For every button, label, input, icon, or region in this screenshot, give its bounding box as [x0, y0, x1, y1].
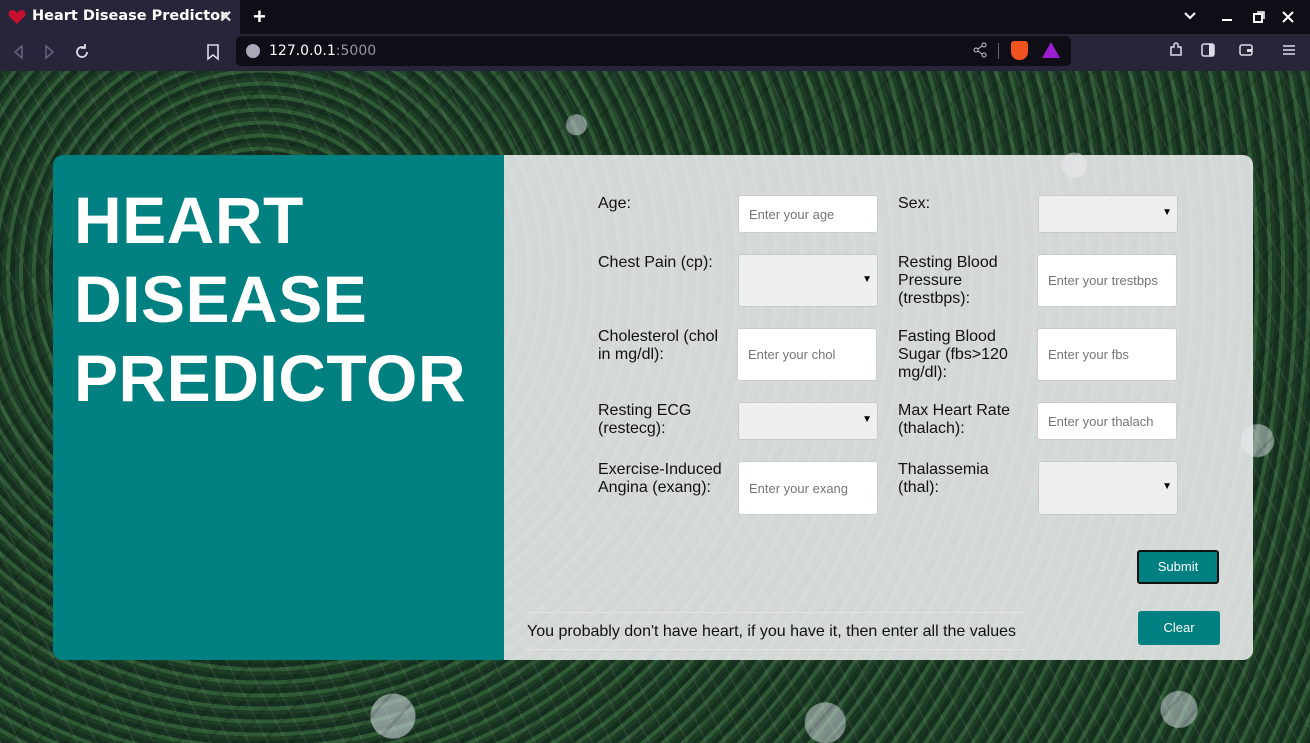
fbs-input[interactable] — [1037, 328, 1177, 381]
chevron-down-icon: ▼ — [862, 414, 872, 425]
fbs-label: Fasting Blood Sugar (fbs>120 mg/dl): — [898, 328, 1008, 381]
age-input[interactable] — [738, 195, 878, 233]
trestbps-label: Resting Blood Pressure (trestbps): — [898, 254, 998, 307]
active-tab[interactable]: Heart Disease Predictor ✕ — [0, 0, 240, 34]
browser-toolbar: 127.0.0.1:5000 — [0, 34, 1310, 71]
page-background: HEART DISEASE PREDICTOR Age: Sex: ▼ Ches… — [0, 71, 1310, 743]
heart-favicon-icon — [8, 10, 26, 24]
sex-select[interactable]: ▼ — [1038, 195, 1178, 233]
thalach-label: Max Heart Rate (thalach): — [898, 402, 1011, 437]
brave-rewards-icon[interactable] — [1042, 42, 1060, 58]
address-bar[interactable]: 127.0.0.1:5000 — [236, 36, 1071, 66]
chol-input[interactable] — [737, 328, 877, 381]
bookmark-icon[interactable] — [203, 42, 223, 62]
title-panel: HEART DISEASE PREDICTOR — [53, 155, 504, 660]
minimize-icon[interactable] — [1221, 12, 1233, 22]
menu-icon[interactable] — [1281, 42, 1297, 58]
site-info-icon[interactable] — [246, 44, 260, 58]
sex-label: Sex: — [898, 195, 931, 212]
tab-list-chevron-icon[interactable] — [1184, 11, 1196, 21]
cp-label: Chest Pain (cp): — [598, 254, 713, 271]
back-icon[interactable] — [9, 42, 29, 62]
thal-label: Thalassemia (thal): — [898, 461, 989, 496]
thalach-input[interactable] — [1037, 402, 1177, 440]
brave-shields-icon[interactable] — [1011, 41, 1028, 60]
chevron-down-icon: ▼ — [1162, 481, 1172, 492]
clear-button[interactable]: Clear — [1138, 611, 1220, 645]
chol-label: Cholesterol (chol in mg/dl): — [598, 328, 719, 363]
chevron-down-icon: ▼ — [862, 273, 872, 285]
tab-title: Heart Disease Predictor — [32, 8, 228, 24]
page-title: HEART DISEASE PREDICTOR — [74, 183, 466, 415]
new-tab-icon[interactable]: + — [253, 4, 266, 30]
forward-icon[interactable] — [39, 42, 59, 62]
sidebar-icon[interactable] — [1200, 42, 1216, 58]
url-text: 127.0.0.1:5000 — [269, 43, 377, 59]
maximize-icon[interactable] — [1253, 11, 1265, 23]
url-divider — [998, 43, 999, 59]
wallet-icon[interactable] — [1238, 42, 1254, 58]
close-window-icon[interactable] — [1282, 11, 1294, 23]
trestbps-input[interactable] — [1037, 254, 1177, 307]
chevron-down-icon: ▼ — [1162, 207, 1172, 218]
submit-button[interactable]: Submit — [1137, 550, 1219, 584]
cp-select[interactable]: ▼ — [738, 254, 878, 307]
age-label: Age: — [598, 195, 631, 212]
tab-close-icon[interactable]: ✕ — [219, 7, 232, 27]
reload-icon[interactable] — [72, 42, 92, 62]
predictor-card: HEART DISEASE PREDICTOR Age: Sex: ▼ Ches… — [53, 155, 1253, 660]
form-panel: Age: Sex: ▼ Chest Pain (cp): ▼ Resting B… — [504, 155, 1253, 660]
thal-select[interactable]: ▼ — [1038, 461, 1178, 515]
restecg-label: Resting ECG (restecg): — [598, 402, 692, 437]
exang-label: Exercise-Induced Angina (exang): — [598, 461, 722, 496]
restecg-select[interactable]: ▼ — [738, 402, 878, 440]
result-message: You probably don't have heart, if you ha… — [527, 612, 1027, 650]
exang-input[interactable] — [738, 461, 878, 515]
extensions-icon[interactable] — [1168, 42, 1184, 58]
share-icon[interactable] — [973, 42, 987, 58]
browser-tab-strip: Heart Disease Predictor ✕ + — [0, 0, 1310, 34]
